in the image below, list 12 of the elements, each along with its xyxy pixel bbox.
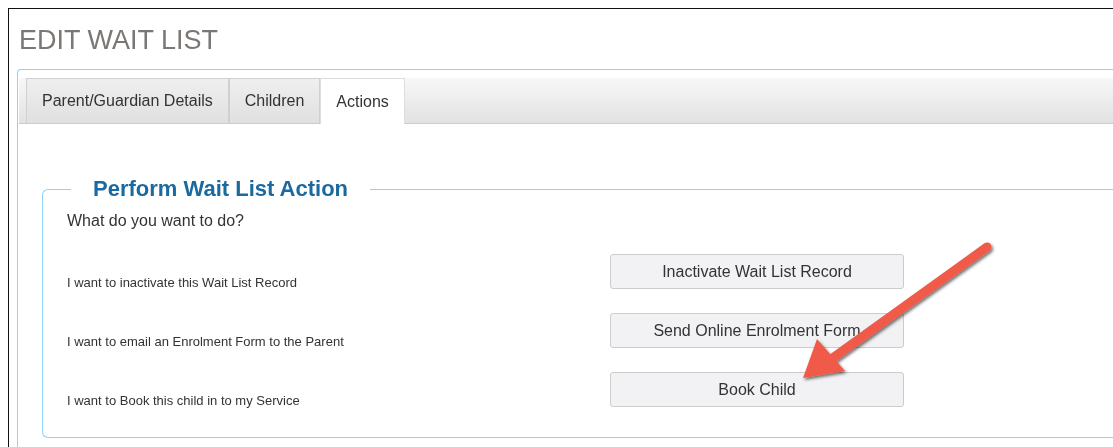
action-description: I want to Book this child in to my Service: [67, 392, 301, 408]
page-title: EDIT WAIT LIST: [19, 25, 220, 55]
action-description: I want to email an Enrolment Form to the Parent: [67, 333, 345, 349]
action-button[interactable]: Inactivate Wait List Record: [610, 254, 904, 289]
action-button[interactable]: Send Online Enrolment Form: [610, 313, 904, 348]
fieldset-legend: Perform Wait List Action: [71, 176, 371, 202]
tab[interactable]: Parent/Guardian Details: [26, 78, 229, 123]
action-button[interactable]: Book Child: [610, 372, 904, 407]
action-description: I want to inactivate this Wait List Record: [67, 274, 298, 290]
tab[interactable]: Children: [228, 78, 321, 123]
question-text: What do you want to do?: [67, 212, 245, 230]
tab[interactable]: Actions: [320, 78, 405, 124]
